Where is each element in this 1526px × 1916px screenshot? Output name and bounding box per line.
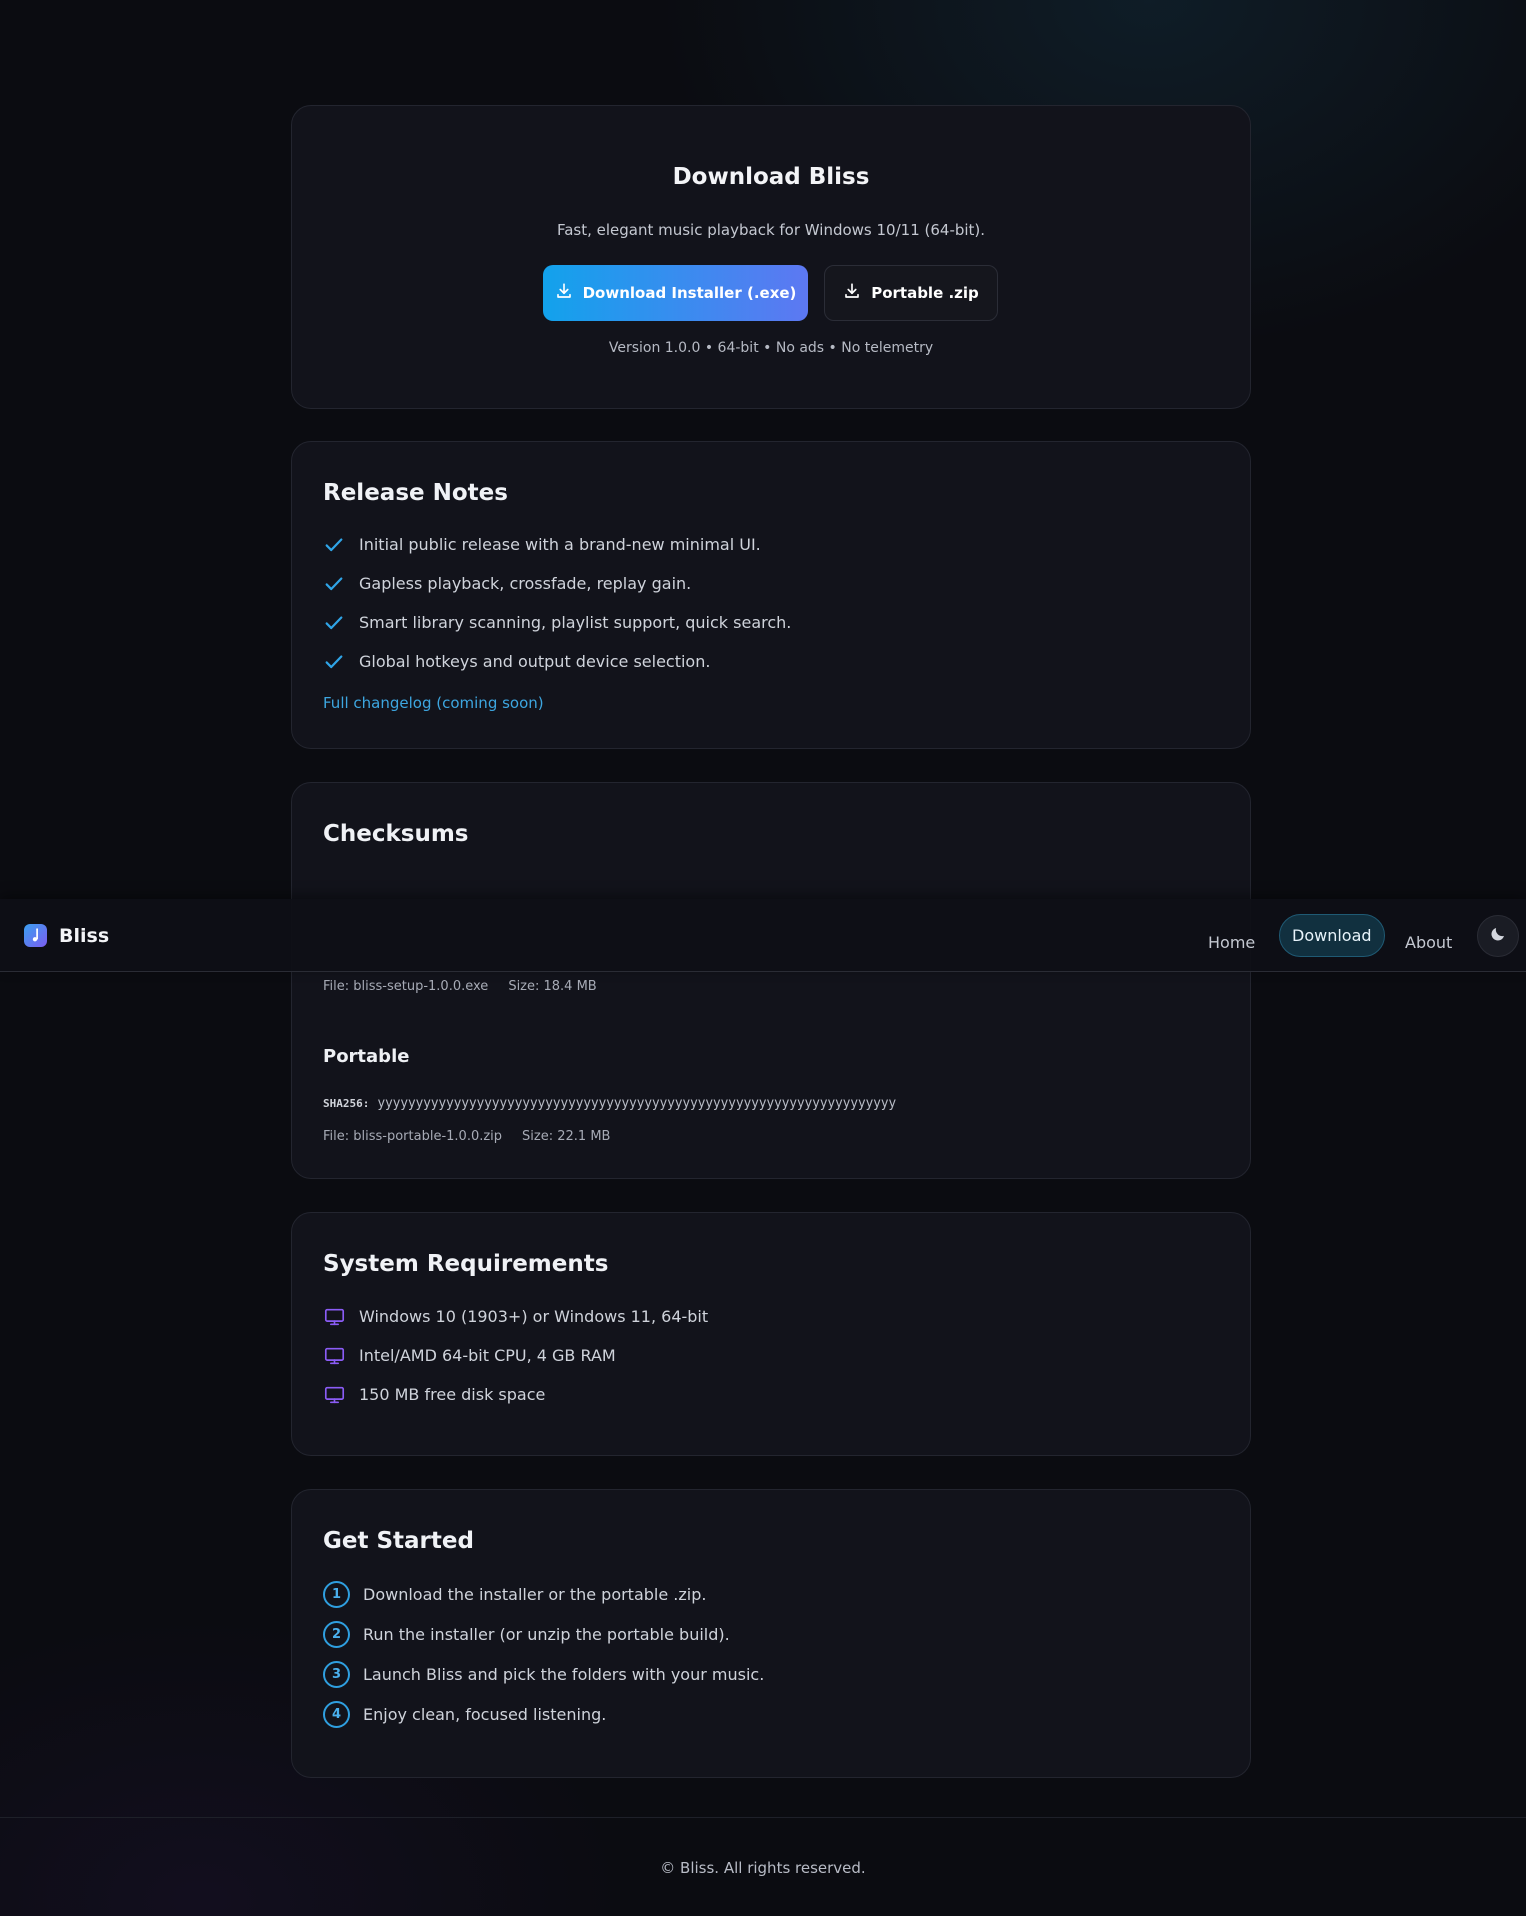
get-started-card: Get Started 1 Download the installer or … — [291, 1489, 1251, 1778]
list-item: 1 Download the installer or the portable… — [323, 1574, 764, 1614]
list-item: Windows 10 (1903+) or Windows 11, 64-bit — [323, 1297, 708, 1336]
check-icon — [323, 612, 347, 634]
download-icon — [555, 282, 573, 304]
step-text: Download the installer or the portable .… — [363, 1584, 707, 1604]
step-number-badge: 2 — [323, 1620, 350, 1648]
installer-file-name: File: bliss-setup-1.0.0.exe — [323, 979, 489, 994]
system-requirements-list: Windows 10 (1903+) or Windows 11, 64-bit… — [323, 1297, 708, 1414]
step-number-badge: 1 — [323, 1580, 350, 1608]
version-meta: Version 1.0.0 • 64-bit • No ads • No tel… — [608, 340, 934, 356]
portable-zip-button[interactable]: Portable .zip — [824, 265, 998, 321]
release-note-text: Smart library scanning, playlist support… — [359, 613, 792, 632]
moon-icon — [1489, 925, 1507, 947]
step-text: Launch Bliss and pick the folders with y… — [363, 1664, 765, 1684]
release-notes-list: Initial public release with a brand-new … — [323, 525, 791, 681]
nav-about-link[interactable]: About — [1405, 921, 1452, 963]
sha256-value[interactable]: yyyyyyyyyyyyyyyyyyyyyyyyyyyyyyyyyyyyyyyy… — [377, 1096, 896, 1111]
get-started-steps: 1 Download the installer or the portable… — [323, 1574, 764, 1734]
brand-name: Bliss — [59, 924, 110, 947]
list-item: 2 Run the installer (or unzip the portab… — [323, 1614, 764, 1654]
portable-file-size: Size: 22.1 MB — [522, 1129, 611, 1144]
portable-file-info: File: bliss-portable-1.0.0.zip Size: 22.… — [323, 1129, 610, 1144]
download-hero-card: Download Bliss Fast, elegant music playb… — [291, 105, 1251, 409]
list-item: Smart library scanning, playlist support… — [323, 603, 791, 642]
list-item: 4 Enjoy clean, focused listening. — [323, 1694, 764, 1734]
portable-sha256: SHA256: yyyyyyyyyyyyyyyyyyyyyyyyyyyyyyyy… — [323, 1096, 896, 1111]
checksums-title: Checksums — [323, 821, 469, 847]
check-icon — [323, 534, 347, 556]
sha256-label: SHA256: — [323, 1097, 370, 1110]
check-icon — [323, 573, 347, 595]
list-item: Gapless playback, crossfade, replay gain… — [323, 564, 791, 603]
list-item: Intel/AMD 64-bit CPU, 4 GB RAM — [323, 1336, 708, 1375]
list-item: 3 Launch Bliss and pick the folders with… — [323, 1654, 764, 1694]
check-icon — [323, 651, 347, 673]
list-item: Global hotkeys and output device selecti… — [323, 642, 791, 681]
release-note-text: Initial public release with a brand-new … — [359, 535, 761, 554]
list-item: Initial public release with a brand-new … — [323, 525, 791, 564]
music-note-logo-icon — [24, 924, 47, 947]
full-changelog-link[interactable]: Full changelog (coming soon) — [323, 694, 544, 712]
release-notes-title: Release Notes — [323, 480, 508, 506]
download-installer-button[interactable]: Download Installer (.exe) — [543, 265, 808, 321]
step-number-badge: 4 — [323, 1700, 350, 1728]
step-text: Enjoy clean, focused listening. — [363, 1704, 607, 1724]
requirement-text: 150 MB free disk space — [359, 1385, 546, 1404]
installer-file-info: File: bliss-setup-1.0.0.exe Size: 18.4 M… — [323, 979, 597, 994]
system-requirements-title: System Requirements — [323, 1251, 609, 1277]
copyright-text: © Bliss. All rights reserved. — [660, 1859, 866, 1877]
monitor-icon — [323, 1306, 347, 1328]
release-notes-card: Release Notes Initial public release wit… — [291, 441, 1251, 749]
nav-home-link[interactable]: Home — [1208, 921, 1255, 963]
hero-subtitle: Fast, elegant music playback for Windows… — [556, 221, 986, 239]
get-started-title: Get Started — [323, 1528, 474, 1554]
requirement-text: Windows 10 (1903+) or Windows 11, 64-bit — [359, 1307, 709, 1326]
installer-file-size: Size: 18.4 MB — [508, 979, 597, 994]
system-requirements-card: System Requirements Windows 10 (1903+) o… — [291, 1212, 1251, 1456]
theme-toggle-button[interactable] — [1477, 915, 1519, 957]
monitor-icon — [323, 1384, 347, 1406]
release-note-text: Global hotkeys and output device selecti… — [359, 652, 711, 671]
monitor-icon — [323, 1345, 347, 1367]
nav-download-link[interactable]: Download — [1279, 914, 1385, 957]
portable-zip-label: Portable .zip — [871, 284, 979, 302]
portable-file-name: File: bliss-portable-1.0.0.zip — [323, 1129, 503, 1144]
requirement-text: Intel/AMD 64-bit CPU, 4 GB RAM — [359, 1346, 616, 1365]
top-navbar: Bliss Home Download About — [0, 899, 1526, 972]
brand-home-link[interactable]: Bliss — [24, 924, 109, 947]
download-icon — [843, 282, 861, 304]
release-note-text: Gapless playback, crossfade, replay gain… — [359, 574, 692, 593]
list-item: 150 MB free disk space — [323, 1375, 708, 1414]
portable-heading: Portable — [323, 1046, 410, 1067]
download-installer-label: Download Installer (.exe) — [582, 284, 797, 302]
step-text: Run the installer (or unzip the portable… — [363, 1624, 730, 1644]
page-title: Download Bliss — [672, 164, 870, 190]
step-number-badge: 3 — [323, 1660, 350, 1688]
checksums-card: Checksums File: bliss-setup-1.0.0.exe Si… — [291, 782, 1251, 1179]
page-footer: © Bliss. All rights reserved. — [0, 1817, 1526, 1916]
